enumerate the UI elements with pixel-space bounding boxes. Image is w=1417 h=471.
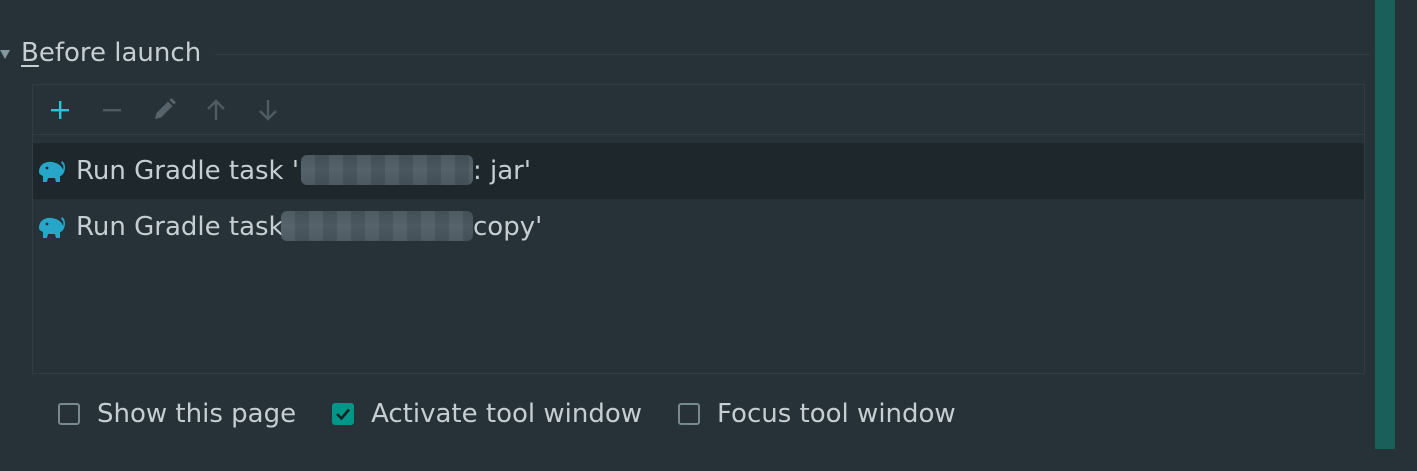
pencil-icon [155,97,176,119]
show-this-page-checkbox[interactable] [58,403,80,425]
focus-tool-window-label: Focus tool window [717,399,956,429]
move-up-button[interactable] [190,85,242,135]
activate-tool-window-option[interactable]: Activate tool window [332,399,642,429]
focus-tool-window-checkbox[interactable] [678,403,701,425]
header-divider [215,53,1370,55]
show-this-page-label: Show this page [97,399,297,429]
section-title-rest: efore launch [38,38,202,68]
move-down-button[interactable] [242,85,294,135]
section-title: Before launch [21,38,201,68]
task-list-item[interactable]: Run Gradle task ' : jar' [33,143,1364,199]
collapse-arrow-icon[interactable] [0,49,10,59]
plus-icon [51,100,69,119]
show-this-page-option[interactable]: Show this page [58,399,296,429]
redacted-text [301,155,473,185]
task-list-item[interactable]: Run Gradle task copy' [33,199,1364,255]
task-toolbar [33,85,1364,135]
section-title-mnemonic: B [21,38,39,68]
arrow-up-icon [207,98,225,120]
add-task-button[interactable] [34,85,86,135]
activate-tool-window-checkbox[interactable] [332,403,355,425]
checkmark-icon [336,408,351,421]
activate-tool-window-label: Activate tool window [371,399,643,429]
remove-task-button[interactable] [86,85,138,135]
minus-icon [103,108,121,111]
tool-window-options: Show this page Activate tool window Focu… [58,396,992,432]
task-label-start: Run Gradle task ' [76,156,300,186]
before-launch-header[interactable]: Before launch [0,36,1370,70]
redacted-text [281,211,473,241]
gradle-elephant-icon [34,214,68,240]
task-label-start: Run Gradle task [76,212,292,242]
task-label-end: copy' [473,212,543,242]
gradle-elephant-icon [34,158,68,184]
scrollbar-track[interactable] [1375,0,1395,449]
task-list: Run Gradle task ' : jar' Run Gradle task… [33,135,1364,255]
task-label-end: : jar' [473,156,532,186]
edit-task-button[interactable] [138,85,190,135]
before-launch-panel: Run Gradle task ' : jar' Run Gradle task… [32,84,1365,374]
focus-tool-window-option[interactable]: Focus tool window [678,399,956,429]
arrow-down-icon [259,99,277,121]
